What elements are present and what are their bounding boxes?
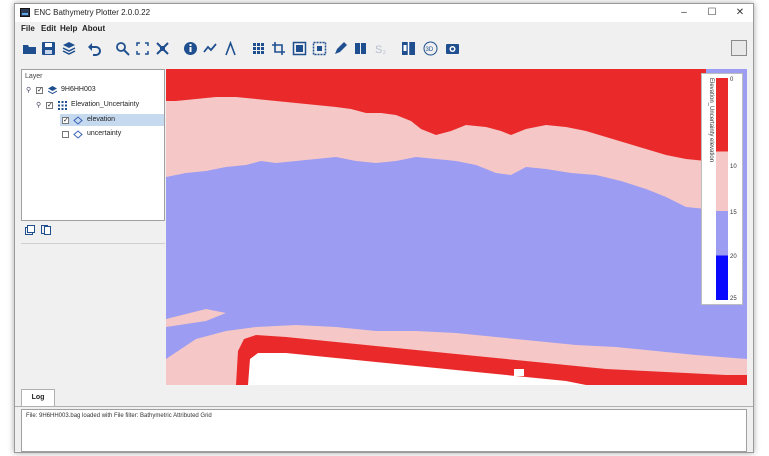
menu-file[interactable]: File (21, 24, 35, 33)
checkbox-elevation[interactable]: ✓ (62, 117, 69, 124)
diamond-icon (73, 116, 83, 125)
legend-tick: 25 (730, 296, 737, 302)
crop-icon[interactable] (271, 41, 286, 56)
expand-icon[interactable]: ⚲ (36, 101, 41, 109)
app-window: ENC Bathymetry Plotter 2.0.0.22 – ☐ ✕ Fi… (14, 3, 754, 453)
lower-left-panel (21, 243, 165, 384)
line-profile-icon[interactable] (203, 41, 218, 56)
info-icon[interactable] (183, 41, 198, 56)
map-view[interactable]: Elevation_Uncertainty elevation 0 10 15 … (166, 69, 747, 385)
layer-actions (21, 223, 165, 241)
tab-log[interactable]: Log (21, 389, 55, 406)
app-icon (20, 8, 30, 17)
full-extent-icon[interactable] (155, 41, 170, 56)
statistics-icon[interactable]: S2 (373, 41, 388, 56)
title-bar: ENC Bathymetry Plotter 2.0.0.22 – ☐ ✕ (15, 4, 753, 22)
copy-layer-icon[interactable] (41, 225, 51, 235)
raster-grid-icon (58, 101, 67, 110)
stack-layers-icon (48, 86, 57, 95)
window-title: ENC Bathymetry Plotter 2.0.0.22 (34, 8, 151, 17)
frame-icon[interactable] (292, 41, 307, 56)
layer-tree-panel: Layer ⚲ ✓ 9H6HH003 ⚲ ✓ Elevation_Uncerta… (21, 69, 165, 221)
open-folder-icon[interactable] (22, 41, 37, 56)
compass-icon[interactable] (223, 41, 238, 56)
legend-title: Elevation_Uncertainty elevation (708, 78, 714, 163)
land-marker (514, 369, 524, 376)
maximize-button[interactable]: ☐ (699, 5, 725, 20)
bbox-icon[interactable] (312, 41, 327, 56)
close-button[interactable]: ✕ (727, 5, 753, 20)
view-3d-icon[interactable]: 3D (423, 41, 438, 56)
fit-extent-icon[interactable] (135, 41, 150, 56)
split-icon[interactable] (401, 41, 416, 56)
undo-icon[interactable] (87, 41, 102, 56)
checkbox-9h6hh003[interactable]: ✓ (36, 87, 43, 94)
tree-row-elevation[interactable]: ✓ elevation (60, 115, 164, 127)
panel-toggle-button[interactable] (731, 40, 747, 56)
menu-bar: File Edit Help About (15, 22, 753, 35)
menu-edit[interactable]: Edit (41, 24, 56, 33)
log-tab-strip: Log (15, 386, 753, 407)
bathymetry-raster (166, 69, 747, 385)
add-layer-icon[interactable] (25, 225, 35, 235)
legend-colorbar (716, 78, 728, 300)
log-line: File: 9H6HH003.bag loaded with File filt… (26, 413, 212, 419)
legend-tick: 15 (730, 210, 737, 216)
menu-about[interactable]: About (82, 24, 105, 33)
svg-text:3D: 3D (426, 47, 434, 53)
legend-tick: 20 (730, 254, 737, 260)
pencil-icon[interactable] (333, 41, 348, 56)
svg-text:S: S (375, 44, 382, 56)
save-icon[interactable] (41, 41, 56, 56)
layers-icon[interactable] (62, 41, 77, 56)
checkbox-uncertainty[interactable] (62, 131, 69, 138)
menu-help[interactable]: Help (60, 24, 77, 33)
legend-tick: 0 (730, 77, 734, 83)
diamond-icon (73, 130, 83, 139)
tree-row-elevation-uncertainty[interactable]: ⚲ ✓ Elevation_Uncertainty (36, 100, 162, 112)
svg-text:2: 2 (383, 50, 386, 56)
tree-row-9h6hh003[interactable]: ⚲ ✓ 9H6HH003 (26, 85, 162, 97)
legend-tick: 10 (730, 164, 737, 170)
tree-label: uncertainty (87, 130, 122, 137)
expand-icon[interactable]: ⚲ (26, 86, 31, 94)
layer-panel-header: Layer (25, 73, 43, 80)
tree-row-uncertainty[interactable]: uncertainty (60, 129, 164, 141)
tree-label: elevation (87, 116, 116, 123)
tree-label: Elevation_Uncertainty (71, 101, 140, 108)
checkbox-elevation-uncertainty[interactable]: ✓ (46, 102, 53, 109)
book-icon[interactable] (353, 41, 368, 56)
toolbar: S2 3D (15, 36, 753, 62)
camera-icon[interactable] (445, 41, 460, 56)
color-legend: Elevation_Uncertainty elevation 0 10 15 … (701, 73, 743, 305)
minimize-button[interactable]: – (671, 5, 697, 20)
log-output[interactable]: File: 9H6HH003.bag loaded with File filt… (21, 409, 747, 452)
grid-icon[interactable] (251, 41, 266, 56)
zoom-icon[interactable] (115, 41, 130, 56)
tree-label: 9H6HH003 (61, 86, 96, 93)
